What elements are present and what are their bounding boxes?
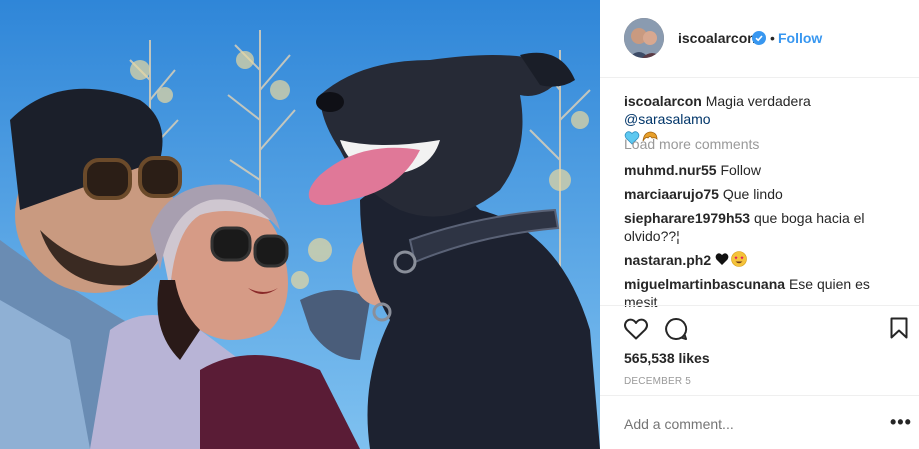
comment-username[interactable]: marciaarujo75	[624, 186, 719, 202]
comment-username[interactable]: nastaran.ph2	[624, 252, 711, 268]
caption-mention[interactable]: @sarasalamo	[624, 111, 711, 127]
comment-username[interactable]: siepharare1979h53	[624, 210, 750, 226]
post-photo[interactable]	[0, 0, 600, 449]
load-more-comments[interactable]: Load more comments	[624, 135, 759, 153]
likes-count[interactable]: 565,538 likes	[624, 350, 710, 366]
heart-outline-icon[interactable]	[624, 318, 648, 345]
caption-text: Magia verdadera	[705, 93, 811, 109]
post-header: iscoalarcon • Follow	[600, 0, 919, 78]
comment-item: siepharare1979h53 que boga hacia el olvi…	[624, 209, 894, 245]
actions-divider	[600, 305, 919, 307]
follow-button[interactable]: Follow	[778, 30, 822, 46]
add-comment-input[interactable]	[624, 416, 874, 432]
comment-username[interactable]: muhmd.nur55	[624, 162, 717, 178]
post-date: DECEMBER 5	[624, 376, 692, 387]
verified-badge-icon	[752, 31, 766, 45]
photo-illustration	[0, 0, 600, 449]
comment-item: nastaran.ph2	[624, 251, 894, 271]
username-link[interactable]: iscoalarcon	[678, 30, 756, 46]
comment-item: marciaarujo75 Que lindo	[624, 185, 894, 203]
post-sidebar: iscoalarcon • Follow iscoalarcon Magia v…	[600, 0, 919, 449]
avatar-image	[624, 18, 664, 58]
comment-text: Follow	[720, 162, 761, 178]
add-comment-bar: •••	[600, 395, 919, 449]
comment-text: Que lindo	[722, 186, 783, 202]
comment-username[interactable]: miguelmartinbascunana	[624, 276, 785, 292]
comment-item: muhmd.nur55 Follow	[624, 161, 894, 179]
more-options-button[interactable]: •••	[890, 412, 912, 433]
comment-bubble-icon[interactable]	[664, 317, 688, 346]
caption-username[interactable]: iscoalarcon	[624, 93, 702, 109]
avatar[interactable]	[624, 18, 664, 58]
separator-dot: •	[770, 30, 775, 46]
heart-and-heart-eyes-emoji	[715, 251, 747, 271]
bookmark-icon[interactable]	[890, 317, 908, 344]
